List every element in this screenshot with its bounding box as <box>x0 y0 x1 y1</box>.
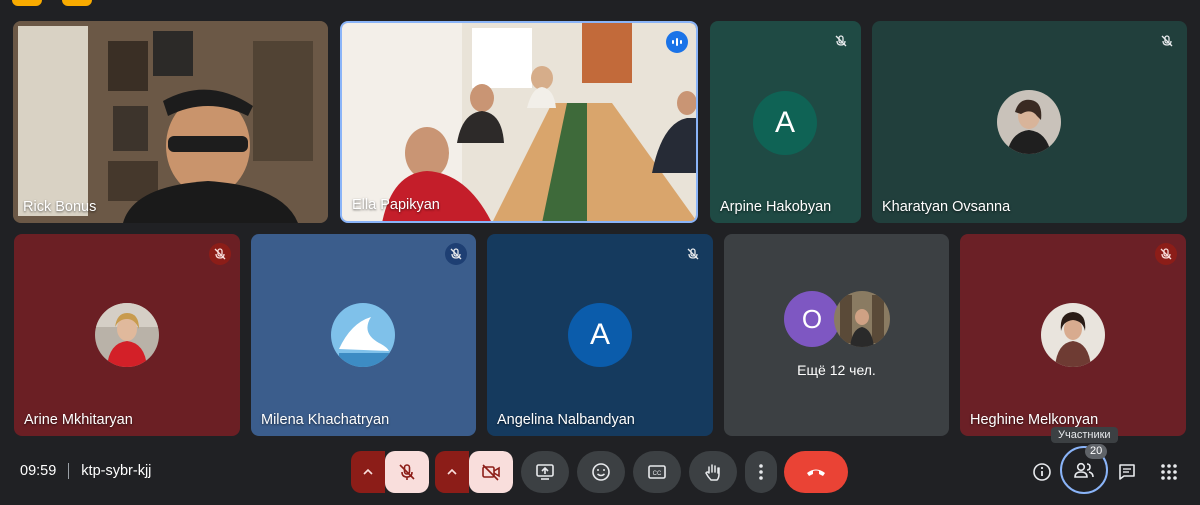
meeting-details-button[interactable] <box>1021 451 1063 493</box>
end-call-icon <box>807 469 825 476</box>
participant-tile-angelina-nalbandyan[interactable]: A Angelina Nalbandyan <box>487 234 713 436</box>
participant-count-badge: 20 <box>1085 444 1108 459</box>
participant-tile-heghine-melkonyan[interactable]: Heghine Melkonyan <box>960 234 1186 436</box>
participant-tile-rick-bonus[interactable]: Rick Bonus <box>13 21 328 223</box>
participant-name: Heghine Melkonyan <box>970 412 1099 428</box>
chevron-up-icon <box>447 468 457 475</box>
avatar: A <box>568 303 632 367</box>
avatar <box>1041 303 1105 367</box>
meeting-info: 09:59 ktp-sybr-kjj <box>20 463 151 479</box>
participant-name: Angelina Nalbandyan <box>497 412 635 428</box>
info-icon <box>1033 463 1051 481</box>
end-call-button[interactable] <box>784 451 848 493</box>
camera-off-icon <box>482 464 500 481</box>
meeting-code: ktp-sybr-kjj <box>81 463 152 479</box>
mic-off-icon <box>1155 243 1177 265</box>
overflow-participants-tile[interactable]: O Ещё 12 чел. <box>724 234 949 436</box>
activities-button[interactable] <box>1148 451 1190 493</box>
participant-name: Kharatyan Ovsanna <box>882 199 1011 215</box>
raise-hand-button[interactable] <box>689 451 737 493</box>
avatar: O <box>784 291 840 347</box>
avatar: A <box>753 91 817 155</box>
more-options-button[interactable] <box>745 451 777 493</box>
mic-off-icon <box>682 243 704 265</box>
camera-toggle-button[interactable] <box>469 451 513 493</box>
mic-off-icon <box>209 243 231 265</box>
captions-button[interactable]: CC <box>633 451 681 493</box>
top-indicator-2 <box>62 0 92 6</box>
camera-control <box>435 451 513 493</box>
participant-tile-arine-mkhitaryan[interactable]: Arine Mkhitaryan <box>14 234 240 436</box>
participant-name: Arine Mkhitaryan <box>24 412 133 428</box>
participant-name: Rick Bonus <box>23 199 97 215</box>
people-tooltip: Участники <box>1051 427 1118 443</box>
more-vert-icon <box>759 464 763 480</box>
participant-name: Arpine Hakobyan <box>720 199 832 215</box>
divider <box>68 463 70 479</box>
chat-button[interactable] <box>1106 451 1148 493</box>
top-indicator-1 <box>12 0 42 6</box>
participant-tile-kharatyan-ovsanna[interactable]: Kharatyan Ovsanna <box>872 21 1187 223</box>
chevron-up-icon <box>363 468 373 475</box>
people-icon <box>1074 462 1094 478</box>
avatar <box>834 291 890 347</box>
svg-text:CC: CC <box>653 471 662 477</box>
avatar <box>997 90 1061 154</box>
avatar <box>95 303 159 367</box>
hand-icon <box>705 464 720 481</box>
mic-off-icon <box>1156 30 1178 52</box>
overflow-count-text: Ещё 12 чел. <box>797 362 876 378</box>
emoji-icon <box>592 463 610 481</box>
camera-options-button[interactable] <box>435 451 469 493</box>
meeting-time: 09:59 <box>20 463 57 479</box>
participant-name: Milena Khachatryan <box>261 412 390 428</box>
mic-off-icon <box>445 243 467 265</box>
emoji-button[interactable] <box>577 451 625 493</box>
video-feed <box>13 21 328 223</box>
participant-tile-ella-papikyan[interactable]: Ella Papikyan <box>340 21 698 223</box>
mic-control <box>351 451 429 493</box>
chat-icon <box>1119 464 1135 480</box>
mic-off-icon <box>399 464 415 480</box>
apps-icon <box>1161 464 1177 480</box>
participant-name: Ella Papikyan <box>352 197 440 213</box>
present-screen-icon <box>536 464 554 480</box>
present-button[interactable] <box>521 451 569 493</box>
video-feed <box>342 23 696 221</box>
mic-options-button[interactable] <box>351 451 385 493</box>
speaking-indicator-icon <box>666 31 688 53</box>
avatar <box>331 303 395 367</box>
participant-tile-milena-khachatryan[interactable]: Milena Khachatryan <box>251 234 476 436</box>
mic-toggle-button[interactable] <box>385 451 429 493</box>
mic-off-icon <box>830 30 852 52</box>
participant-tile-arpine-hakobyan[interactable]: A Arpine Hakobyan <box>710 21 861 223</box>
captions-icon: CC <box>648 465 666 479</box>
